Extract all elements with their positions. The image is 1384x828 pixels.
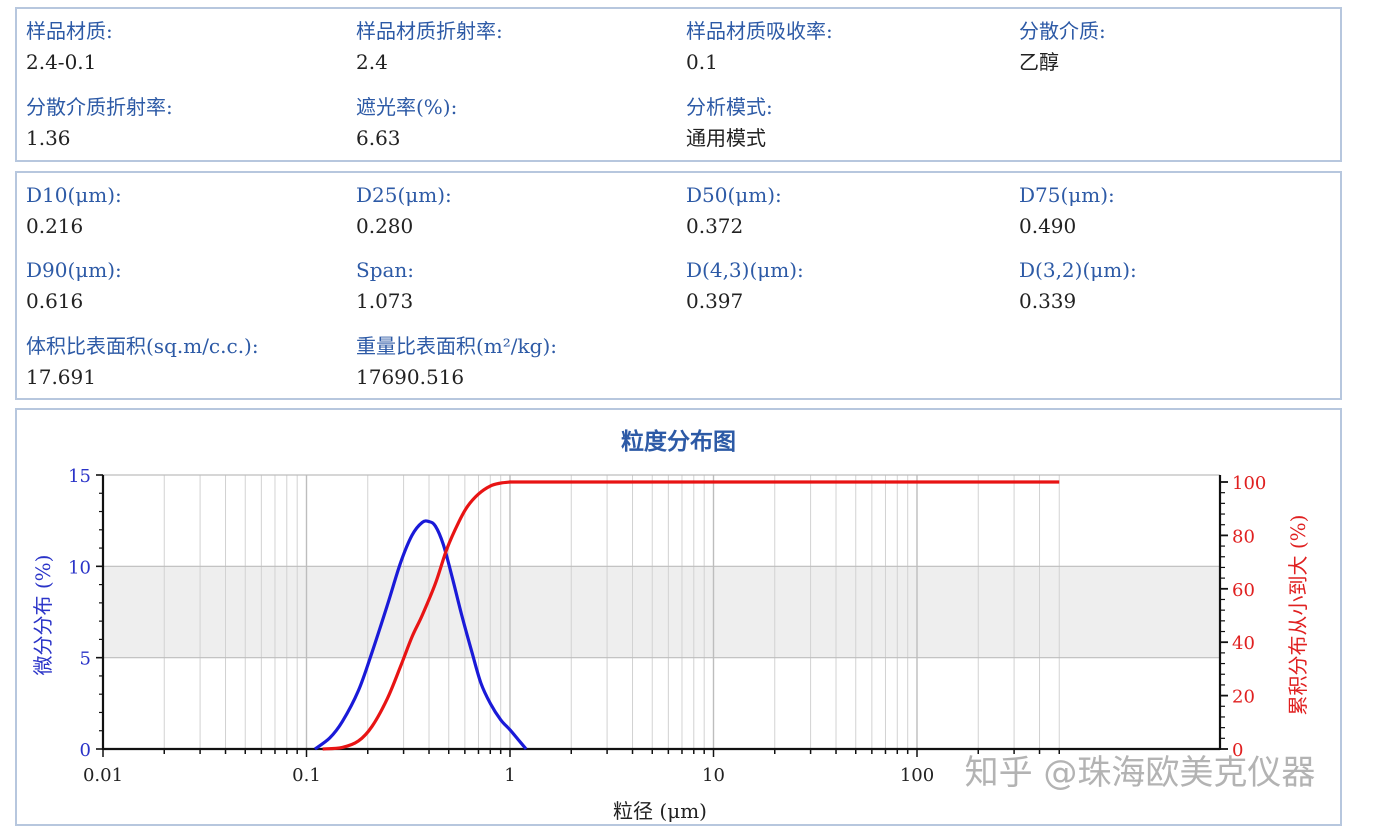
x-tick-label: 100 [900,765,934,786]
y-tick-label: 15 [68,466,91,487]
y2-tick-label: 20 [1232,687,1255,708]
y2-tick-label: 100 [1232,473,1266,494]
y-tick-label: 5 [80,649,91,670]
x-tick-label: 10 [702,765,725,786]
y2-tick-label: 60 [1232,580,1255,601]
y-axis-title: 微分分布 (%) [31,555,55,676]
x-axis-title: 粒径 (μm) [613,799,707,823]
x-tick-label: 0.01 [83,765,123,786]
y-tick-label: 0 [80,740,91,761]
y2-tick-label: 80 [1232,526,1255,547]
y2-tick-label: 40 [1232,633,1255,654]
y2-axis-title: 累积分布从小到大 (%) [1286,515,1310,716]
y-tick-label: 10 [68,557,91,578]
shaded-band [103,566,1220,658]
x-tick-label: 1 [504,765,515,786]
watermark-text: 知乎 @珠海欧美克仪器 [965,753,1316,793]
particle-size-chart: 0.01 0.1 1 10 100051015020406080100粒径 (μm)微分… [31,466,1316,823]
x-tick-label: 0.1 [292,765,321,786]
